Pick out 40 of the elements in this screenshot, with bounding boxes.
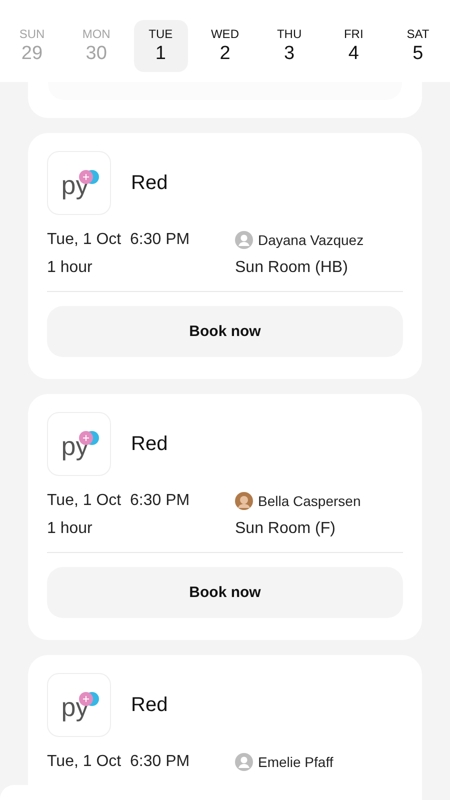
room-name: Sun Room (HB) <box>235 259 349 277</box>
studio-logo: py <box>47 151 111 215</box>
avatar-icon <box>235 753 253 771</box>
weekday-label: SUN <box>19 27 45 41</box>
avatar-icon <box>235 492 253 510</box>
studio-logo: py <box>47 412 111 476</box>
day-tab[interactable]: WED 2 <box>198 20 252 72</box>
avatar-icon <box>235 231 253 249</box>
weekday-label: THU <box>276 27 302 41</box>
weekday-label: MON <box>82 27 110 41</box>
class-duration: 1 hour <box>47 520 94 538</box>
date-number: 2 <box>220 43 230 65</box>
date-number: 3 <box>284 43 295 65</box>
instructor-name: Dayana Vazquez <box>258 232 364 248</box>
day-tab[interactable]: SAT 5 <box>390 20 445 72</box>
day-tab[interactable]: THU 3 <box>262 20 316 72</box>
date-number: 5 <box>412 43 424 65</box>
weekday-label: SAT <box>406 27 430 41</box>
instructor-name: Bella Caspersen <box>258 493 361 509</box>
class-datetime: Tue, 1 Oct 6:30 PM <box>47 492 191 510</box>
class-duration: 1 hour <box>47 259 94 277</box>
studio-logo: py <box>47 673 111 737</box>
room-name: Sun Room (F) <box>235 520 336 538</box>
weekday-label: TUE <box>148 27 173 41</box>
book-button[interactable]: Book now <box>47 567 403 618</box>
class-datetime: Tue, 1 Oct 6:30 PM <box>47 753 191 771</box>
class-title: Red <box>131 694 168 716</box>
day-tab[interactable]: TUE 1 <box>134 20 188 72</box>
weekday-label: WED <box>210 27 239 41</box>
date-number: 1 <box>155 43 166 65</box>
class-datetime: Tue, 1 Oct 6:30 PM <box>47 231 191 249</box>
class-title: Red <box>131 432 168 456</box>
class-title: Red <box>131 172 168 194</box>
weekday-label: FRI <box>344 27 364 41</box>
date-number: 4 <box>348 43 359 65</box>
day-tab[interactable]: FRI 4 <box>326 20 381 72</box>
date-number: 30 <box>86 43 107 65</box>
book-button[interactable]: Book now <box>47 306 403 357</box>
date-number: 29 <box>21 43 43 65</box>
instructor-name: Emelie Pfaff <box>258 754 334 770</box>
